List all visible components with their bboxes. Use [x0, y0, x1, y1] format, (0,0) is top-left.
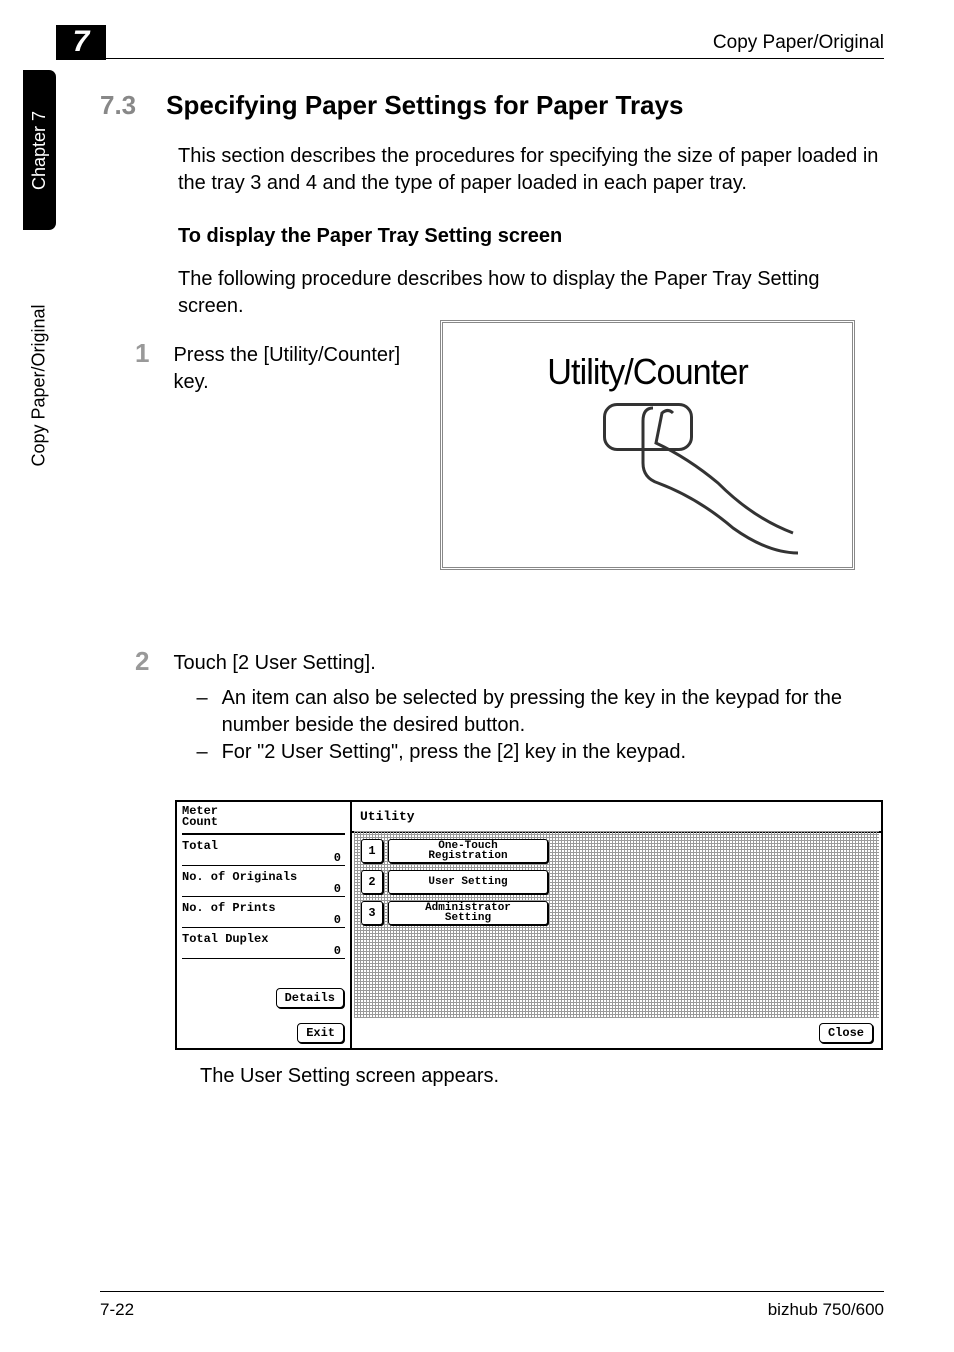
menu-2-label: User Setting [388, 870, 548, 894]
step-2-number: 2 [135, 646, 149, 766]
step-1-text: Press the [Utility/Counter] key. [173, 342, 403, 396]
intro-text: This section describes the procedures fo… [178, 143, 884, 197]
figure-utility-label: Utility/Counter [547, 351, 748, 393]
step-2: 2 Touch [2 User Setting]. – An item can … [135, 650, 884, 766]
side-tab-chapter-label: Chapter 7 [29, 110, 50, 189]
page: Copy Paper/Original 7 Chapter 7 Copy Pap… [0, 0, 954, 1352]
meter-row-total: Total 0 [182, 839, 345, 866]
step-2-container: 2 Touch [2 User Setting]. – An item can … [100, 650, 884, 766]
after-screen-text: The User Setting screen appears. [200, 1065, 499, 1088]
menu-item-2[interactable]: 2 User Setting [361, 870, 548, 894]
step-1-number: 1 [135, 338, 149, 396]
header-rule [68, 58, 884, 59]
bullet-dash-icon: – [196, 685, 207, 739]
header-title: Copy Paper/Original [713, 32, 884, 54]
close-button[interactable]: Close [819, 1023, 873, 1043]
menu-3-label: Administrator Setting [388, 901, 548, 925]
utility-header: Utility [352, 802, 881, 833]
meter-row-originals: No. of Originals 0 [182, 870, 345, 897]
bullet-item: – An item can also be selected by pressi… [196, 685, 884, 739]
section-number: 7.3 [100, 90, 136, 121]
sub-body: The following procedure describes how to… [178, 266, 884, 320]
footer-model: bizhub 750/600 [768, 1300, 884, 1320]
bullet-dash-icon: – [196, 739, 207, 766]
footer-page-number: 7-22 [100, 1300, 134, 1320]
meter-total-value: 0 [182, 851, 345, 866]
chapter-badge: 7 [56, 25, 106, 60]
step-2-content: Touch [2 User Setting]. – An item can al… [173, 650, 884, 766]
section-heading: 7.3 Specifying Paper Settings for Paper … [100, 90, 884, 121]
side-tab-section: Copy Paper/Original [23, 225, 56, 545]
bullet-item: – For "2 User Setting", press the [2] ke… [196, 739, 884, 766]
figure-utility-counter: Utility/Counter [440, 320, 855, 570]
utility-menu-panel: Utility 1 One-Touch Registration 2 User … [352, 802, 881, 1048]
bullet-1-text: An item can also be selected by pressing… [222, 685, 884, 739]
bullet-2-text: For "2 User Setting", press the [2] key … [222, 739, 686, 766]
sub-heading: To display the Paper Tray Setting screen [178, 225, 884, 248]
menu-1-num: 1 [361, 839, 383, 863]
meter-row-prints: No. of Prints 0 [182, 901, 345, 928]
menu-item-1[interactable]: 1 One-Touch Registration [361, 839, 548, 863]
details-button[interactable]: Details [276, 988, 344, 1008]
meter-originals-value: 0 [182, 882, 345, 897]
meter-count-panel: Meter Count Total 0 No. of Originals 0 N… [177, 802, 352, 1048]
menu-1-label: One-Touch Registration [388, 839, 548, 863]
meter-count-header: Meter Count [182, 806, 345, 835]
section-title: Specifying Paper Settings for Paper Tray… [166, 90, 683, 121]
meter-duplex-value: 0 [182, 944, 345, 959]
step-2-bullets: – An item can also be selected by pressi… [196, 685, 884, 766]
menu-items: 1 One-Touch Registration 2 User Setting … [361, 839, 548, 932]
exit-button[interactable]: Exit [297, 1023, 344, 1043]
footer-rule [100, 1291, 884, 1292]
meter-prints-value: 0 [182, 913, 345, 928]
meter-row-duplex: Total Duplex 0 [182, 932, 345, 959]
menu-2-num: 2 [361, 870, 383, 894]
side-tab-section-label: Copy Paper/Original [29, 304, 50, 466]
menu-3-num: 3 [361, 901, 383, 925]
step-2-text: Touch [2 User Setting]. [173, 652, 375, 674]
menu-item-3[interactable]: 3 Administrator Setting [361, 901, 548, 925]
finger-icon [638, 403, 808, 558]
side-tab-chapter: Chapter 7 [23, 70, 56, 230]
utility-screen-figure: Meter Count Total 0 No. of Originals 0 N… [175, 800, 883, 1050]
